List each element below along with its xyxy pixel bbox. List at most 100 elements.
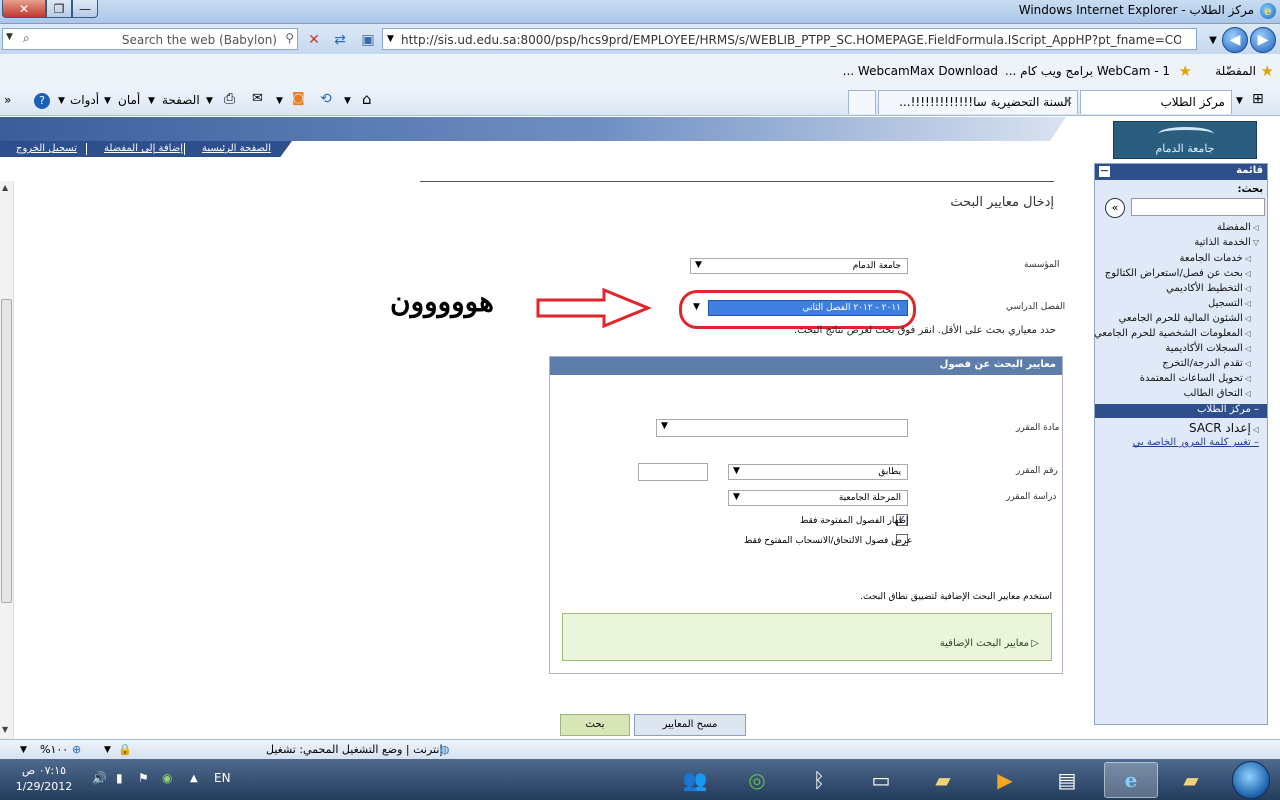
stop-icon[interactable]: ✕ (304, 30, 324, 50)
bluetooth-icon[interactable]: ᛒ (792, 762, 846, 798)
change-password-link[interactable]: – تغيير كلمة المرور الخاصة بي (1133, 437, 1259, 448)
security-dropdown-icon[interactable]: ▼ (104, 745, 111, 755)
zoom-icon[interactable]: ⊕ (72, 743, 81, 756)
help-dropdown-icon[interactable]: ▼ (58, 96, 65, 106)
media-player-kmp-icon[interactable]: ▭ (854, 762, 908, 798)
close-button[interactable]: ✕ (2, 0, 46, 18)
menu-item-enrollment[interactable]: ◁التسجيل (1208, 298, 1251, 309)
menu-item-student-center[interactable]: – مركز الطلاب (1095, 404, 1267, 418)
quick-tabs-icon[interactable]: ⊞ (1252, 91, 1264, 107)
favorite-item-webcam[interactable]: WebCam - 1 برامج ويب كام ... (1005, 64, 1170, 78)
system-clock[interactable]: ٠٧:١٥ ص 1/29/2012 (14, 763, 74, 795)
course-career-select[interactable]: المرحلة الجامعية ▼ (728, 490, 908, 506)
folder-icon[interactable]: ▰ (916, 762, 970, 798)
zoom-dropdown-icon[interactable]: ▼ (20, 745, 27, 755)
safety-menu[interactable]: أمان (118, 93, 140, 107)
more-commands-icon[interactable]: » (4, 93, 11, 107)
page-dropdown-icon[interactable]: ▼ (206, 96, 213, 106)
menu-item-favorites[interactable]: ◁المفضلة (1217, 222, 1259, 233)
internet-explorer-taskbar-icon[interactable]: e (1104, 762, 1158, 798)
scroll-up-icon[interactable]: ▲ (2, 183, 8, 192)
logout-link[interactable]: تسجيل الخروج (16, 143, 77, 154)
back-button[interactable]: ◀ (1222, 27, 1248, 53)
show-hidden-icons[interactable]: ▲ (190, 773, 198, 784)
page-menu[interactable]: الصفحة (162, 93, 200, 107)
tab-student-center[interactable]: مركز الطلاب (1080, 90, 1232, 114)
media-player-icon[interactable]: ▶ (978, 762, 1032, 798)
collapse-menu-icon[interactable]: − (1099, 165, 1110, 177)
address-dropdown-icon[interactable]: ▼ (387, 34, 394, 44)
clear-criteria-button[interactable]: مسح المعايير (634, 714, 746, 736)
start-button[interactable] (1232, 761, 1270, 799)
menu-item-university-services[interactable]: ◁خدمات الجامعة (1180, 253, 1251, 264)
action-center-icon[interactable]: ⚑ (138, 771, 149, 785)
scroll-down-icon[interactable]: ▼ (2, 725, 8, 734)
favorite-item-webcammax[interactable]: WebcamMax Download ... (843, 64, 998, 78)
search-button[interactable]: بحث (560, 714, 630, 736)
tab-list-icon[interactable]: ▼ (1236, 96, 1243, 106)
rss-feed-icon[interactable]: ◙ (292, 91, 305, 106)
safety-dropdown-icon[interactable]: ▼ (148, 96, 155, 106)
minimize-button[interactable]: — (72, 0, 98, 18)
menu-item-sacr-setup[interactable]: ◁إعداد SACR (1189, 421, 1259, 435)
institution-select[interactable]: جامعة الدمام ▼ (690, 258, 908, 274)
home-link[interactable]: الصفحة الرئيسية (202, 143, 271, 154)
course-number-operator-select[interactable]: يطابق ▼ (728, 464, 908, 480)
menu-item-class-search[interactable]: ◁بحث عن فصل/استعراض الكتالوج (1105, 268, 1251, 279)
compatibility-icon[interactable]: ▣ (358, 30, 378, 50)
language-indicator[interactable]: EN (214, 771, 231, 785)
additional-criteria-link[interactable]: معايير البحث الإضافية (940, 638, 1029, 649)
chevron-down-icon: ▼ (695, 260, 702, 270)
forward-button[interactable]: ▶ (1250, 27, 1276, 53)
favorites-star-icon[interactable]: ★ (1261, 62, 1274, 80)
zoom-level[interactable]: ١٠٠% (40, 743, 68, 756)
tray-app-icon[interactable]: ◉ (162, 771, 172, 785)
search-icon[interactable]: ⌕ (23, 31, 30, 46)
menu-item-degree-progress[interactable]: ◁تقدم الدرجة/التخرج (1162, 358, 1251, 369)
subject-select[interactable]: ▼ (656, 419, 908, 437)
mail-icon[interactable]: ✉ (252, 91, 263, 106)
expand-triangle-icon[interactable]: ▷ (1031, 638, 1039, 649)
scroll-thumb[interactable] (1, 299, 12, 603)
refresh-icon[interactable]: ⇄ (330, 30, 350, 50)
page-scrollbar[interactable]: ▲ ▼ (0, 181, 14, 739)
tools-menu[interactable]: أدوات (70, 93, 99, 107)
print-icon[interactable]: ⎙ (224, 91, 235, 107)
course-number-input[interactable] (638, 463, 708, 481)
search-dropdown-icon[interactable]: ▼ (6, 32, 13, 42)
menu-item-self-service[interactable]: ▽الخدمة الذاتية (1194, 237, 1259, 248)
protected-mode-icon[interactable]: 🔒 (118, 743, 132, 756)
document-icon[interactable]: ▤ (1040, 762, 1094, 798)
menu-item-academic-records[interactable]: ◁السجلات الأكاديمية (1165, 343, 1251, 354)
maximize-button[interactable]: ❐ (46, 0, 72, 18)
additional-criteria-box[interactable]: ▷ معايير البحث الإضافية (562, 613, 1052, 661)
add-favorite-icon[interactable]: ★ (1179, 62, 1192, 80)
messenger-icon[interactable]: 👥 (668, 762, 722, 798)
network-icon[interactable]: ▮ (116, 771, 123, 785)
tab-close-icon[interactable]: ✕ (1063, 94, 1073, 108)
menu-item-academic-planning[interactable]: ◁التخطيط الأكاديمي (1166, 283, 1251, 294)
tab-preparatory-year[interactable]: السنة التحضيرية سا!!!!!!!!!!!!!... ✕ (878, 90, 1078, 114)
tools-dropdown-icon[interactable]: ▼ (104, 96, 111, 106)
new-tab-button[interactable] (848, 90, 876, 114)
menu-search-input[interactable] (1131, 198, 1265, 216)
menu-search-go-icon[interactable]: « (1105, 198, 1125, 218)
add-to-favorites-link[interactable]: إضافة إلى المفضلة (104, 143, 183, 154)
web-search-box[interactable]: ▼ ⌕ Search the web (Babylon) ⚲ (2, 28, 298, 50)
favorites-label[interactable]: المفضّلة (1215, 64, 1256, 78)
home-icon[interactable]: ⌂ (362, 90, 372, 108)
menu-item-campus-personal-info[interactable]: ◁المعلومات الشخصية للحرم الجامعي (1094, 328, 1251, 339)
menu-item-student-admissions[interactable]: ◁التحاق الطالب (1184, 388, 1251, 399)
address-bar[interactable]: ▼ http://sis.ud.edu.sa:8000/psp/hcs9prd/… (382, 28, 1197, 50)
web-slice-dropdown-icon[interactable]: ▼ (344, 96, 351, 106)
web-slice-icon[interactable]: ⟲ (320, 91, 332, 107)
help-icon[interactable]: ? (34, 93, 50, 109)
explorer-folder-icon[interactable]: ▰ (1164, 762, 1218, 798)
mail-dropdown-icon[interactable]: ▼ (276, 96, 283, 106)
menu-item-transfer-credit[interactable]: ◁تحويل الساعات المعتمدة (1140, 373, 1251, 384)
search-go-icon[interactable]: ⚲ (285, 31, 294, 45)
menu-item-campus-finances[interactable]: ◁الشئون المالية للحرم الجامعي (1119, 313, 1251, 324)
download-manager-icon[interactable]: ◎ (730, 762, 784, 798)
recent-pages-icon[interactable]: ▼ (1203, 30, 1223, 50)
volume-icon[interactable]: 🔊 (92, 771, 107, 785)
